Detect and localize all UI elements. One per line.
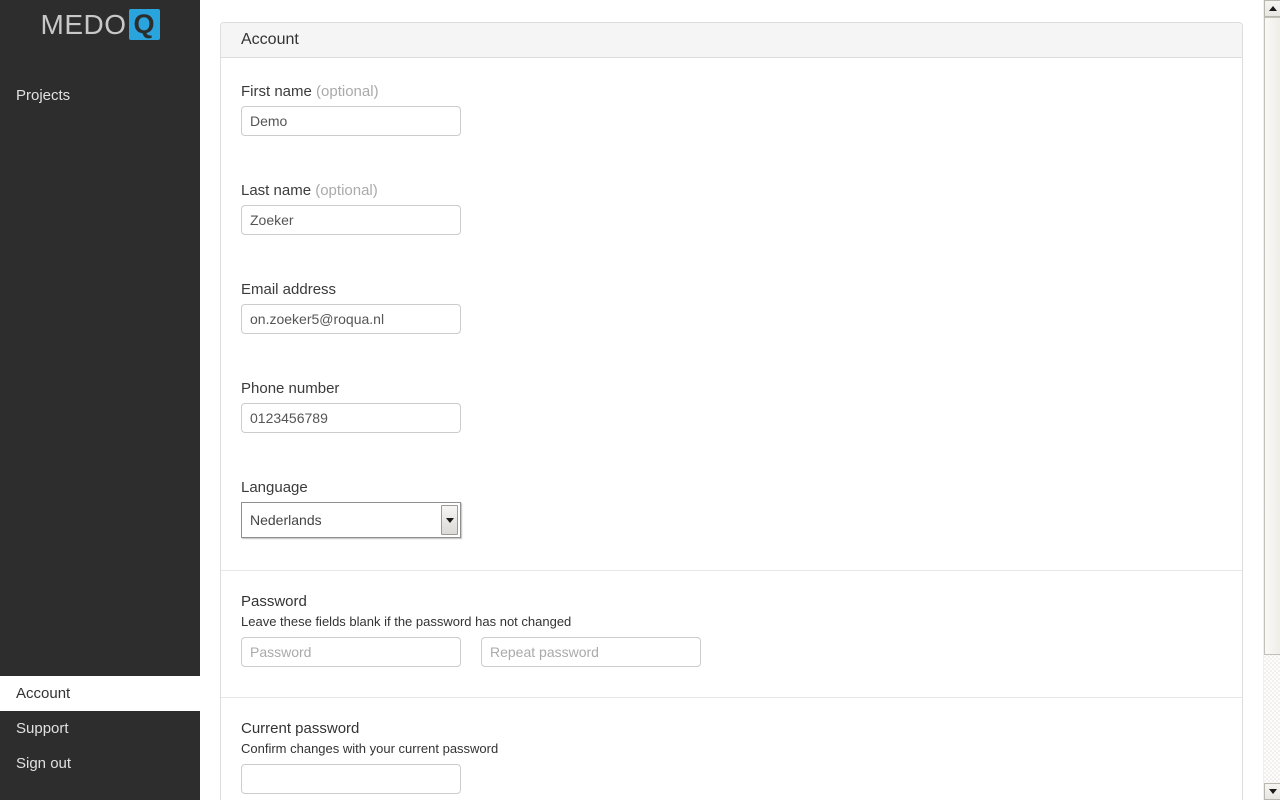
account-card: Account First name (optional) Last name …: [220, 22, 1243, 800]
scrollbar-up-button[interactable]: [1264, 0, 1280, 17]
language-select[interactable]: Nederlands: [241, 502, 461, 538]
logo-q-icon: Q: [128, 9, 160, 40]
phone-input[interactable]: [241, 403, 461, 433]
sidebar-item-label: Support: [16, 720, 69, 737]
current-password-section: Current password Confirm changes with yo…: [221, 697, 1242, 800]
last-name-input[interactable]: [241, 205, 461, 235]
optional-hint: (optional): [315, 182, 378, 199]
sidebar: MEDO Q Projects Account Support Sign out: [0, 0, 200, 800]
current-password-heading: Current password: [241, 720, 360, 737]
medoq-logo[interactable]: MEDO Q: [0, 0, 200, 40]
last-name-group: Last name (optional): [241, 182, 1222, 235]
sidebar-item-support[interactable]: Support: [0, 711, 200, 746]
chevron-down-icon: [445, 517, 454, 523]
scrollbar-down-button[interactable]: [1264, 783, 1280, 800]
new-password-input[interactable]: [241, 637, 461, 667]
sidebar-item-account[interactable]: Account: [0, 676, 200, 711]
logo-text: MEDO: [40, 9, 127, 40]
first-name-group: First name (optional): [241, 83, 1222, 136]
sidebar-item-projects[interactable]: Projects: [0, 78, 200, 113]
email-label: Email address: [241, 281, 337, 298]
first-name-input[interactable]: [241, 106, 461, 136]
sidebar-item-sign-out[interactable]: Sign out: [0, 746, 200, 781]
phone-label: Phone number: [241, 380, 340, 397]
scrollbar-thumb[interactable]: [1264, 17, 1280, 655]
repeat-password-input[interactable]: [481, 637, 701, 667]
card-header: Account: [221, 23, 1242, 58]
sidebar-item-label: Account: [16, 685, 71, 702]
arrow-down-icon: [1268, 789, 1277, 794]
current-password-input[interactable]: [241, 764, 461, 794]
language-select-value: Nederlands: [250, 512, 322, 528]
email-group: Email address: [241, 281, 1222, 334]
phone-group: Phone number: [241, 380, 1222, 433]
email-field[interactable]: [241, 304, 461, 334]
current-password-hint: Confirm changes with your current passwo…: [241, 741, 499, 756]
last-name-label: Last name (optional): [241, 182, 378, 199]
sidebar-bottom-menu: Account Support Sign out: [0, 676, 200, 781]
sidebar-item-label: Projects: [16, 87, 71, 104]
password-hint: Leave these fields blank if the password…: [241, 614, 572, 629]
optional-hint: (optional): [316, 83, 379, 100]
vertical-scrollbar[interactable]: [1263, 0, 1280, 800]
select-dropdown-button[interactable]: [441, 505, 458, 535]
profile-section: First name (optional) Last name (optiona…: [221, 58, 1242, 570]
language-label: Language: [241, 479, 308, 496]
page-title: Account: [241, 31, 299, 48]
first-name-label: First name (optional): [241, 83, 379, 100]
password-heading: Password: [241, 593, 307, 610]
main-content: Account First name (optional) Last name …: [220, 0, 1243, 800]
arrow-up-icon: [1268, 6, 1277, 11]
language-group: Language Nederlands: [241, 479, 1222, 538]
sidebar-item-label: Sign out: [16, 755, 72, 772]
password-inputs-row: [241, 637, 1222, 667]
password-section: Password Leave these fields blank if the…: [221, 570, 1242, 697]
